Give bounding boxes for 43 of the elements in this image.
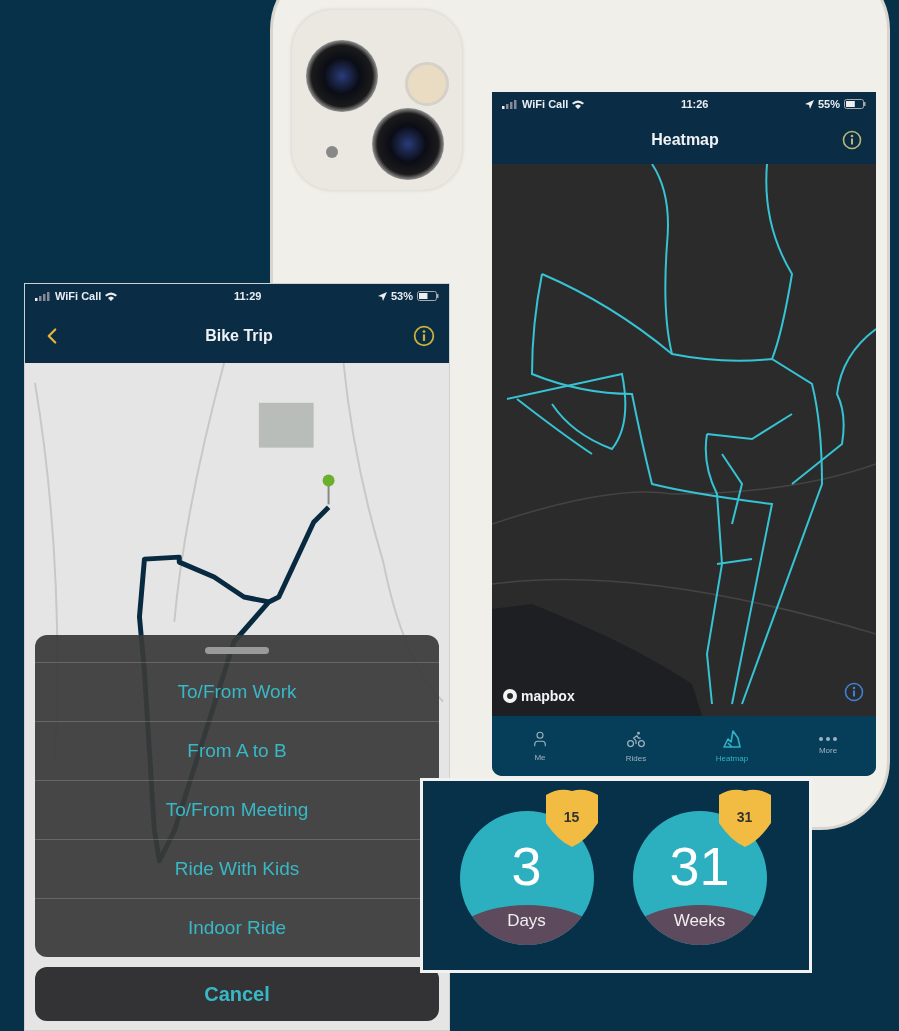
- streak-unit: Days: [507, 910, 546, 932]
- carrier-text: WiFi Call: [522, 98, 569, 110]
- battery-icon: [417, 291, 439, 301]
- trip-type-option[interactable]: Ride With Kids: [172, 854, 302, 884]
- trip-type-option[interactable]: Indoor Ride: [185, 913, 289, 943]
- signal-icon: [502, 99, 518, 109]
- mapbox-logo-icon: [502, 688, 518, 704]
- mapbox-attribution: mapbox: [521, 688, 575, 704]
- battery-text: 55%: [817, 98, 840, 110]
- signal-icon: [35, 291, 51, 301]
- cancel-button[interactable]: Cancel: [35, 967, 439, 1021]
- trip-type-option[interactable]: To/From Work: [175, 677, 299, 707]
- trip-type-option[interactable]: To/From Meeting: [163, 795, 311, 825]
- streak-count: 3: [511, 836, 542, 895]
- person-icon: [531, 730, 549, 748]
- location-icon: [804, 99, 814, 109]
- badge-count: 15: [562, 808, 581, 825]
- more-icon: [819, 737, 837, 741]
- map-building: [258, 402, 314, 448]
- screen-title: Bike Trip: [205, 326, 273, 345]
- tab-item[interactable]: Heatmap: [684, 716, 780, 776]
- battery-icon: [844, 99, 866, 109]
- battery-text: 53%: [390, 290, 413, 302]
- map-pin-icon: [322, 474, 335, 506]
- info-icon[interactable]: [413, 324, 435, 347]
- info-icon[interactable]: [842, 130, 862, 150]
- streak-unit: Weeks: [673, 910, 726, 932]
- trip-type-option[interactable]: From A to B: [185, 736, 289, 766]
- tab-item[interactable]: More: [780, 716, 876, 776]
- carrier-text: WiFi Call: [55, 290, 102, 302]
- flame-map-icon: [722, 729, 742, 749]
- location-icon: [377, 291, 387, 301]
- streak-count: 31: [669, 836, 730, 895]
- time-text: 11:29: [233, 290, 262, 302]
- wifi-icon: [105, 291, 118, 301]
- tab-item[interactable]: Rides: [588, 716, 684, 776]
- wifi-icon: [572, 99, 585, 109]
- bicycle-icon: [626, 729, 646, 749]
- info-icon[interactable]: [844, 682, 864, 702]
- time-text: 11:26: [680, 98, 709, 110]
- screen-title: Heatmap: [651, 131, 719, 149]
- tab-item[interactable]: Me: [492, 716, 588, 776]
- badge-count: 31: [735, 808, 754, 825]
